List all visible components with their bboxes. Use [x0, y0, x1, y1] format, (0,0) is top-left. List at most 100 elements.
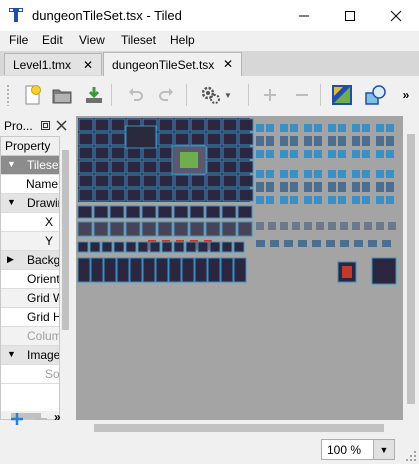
property-row-image[interactable]: ▼ Image — [1, 346, 60, 365]
remove-property-button[interactable] — [32, 410, 50, 428]
tile-pixel — [78, 146, 94, 160]
toolbar-separator — [186, 84, 187, 106]
property-row-y[interactable]: Y — [1, 232, 59, 251]
property-label: Image — [27, 348, 60, 362]
tile-pixel — [352, 150, 360, 158]
undo-icon — [129, 88, 143, 101]
property-row-columns[interactable]: Columns — [1, 327, 59, 346]
tile-pixel — [173, 205, 189, 219]
tile-pixel — [268, 222, 276, 230]
tileset-horizontal-scrollbar[interactable] — [76, 420, 403, 436]
property-label: X — [44, 215, 53, 229]
close-panel-icon[interactable] — [56, 120, 67, 131]
collapse-arrow-icon[interactable]: ▶ — [7, 254, 14, 265]
add-tiles-button[interactable] — [256, 81, 284, 109]
tab-dungeon-tileset[interactable]: dungeonTileSet.tsx ✕ — [103, 52, 242, 77]
tile-pixel — [362, 182, 370, 192]
tile-pixel — [376, 150, 384, 158]
property-row-orientation[interactable]: Orientation — [1, 270, 59, 289]
save-button[interactable] — [80, 81, 108, 109]
tile-pixel — [386, 124, 394, 132]
scrollbar-thumb[interactable] — [62, 150, 69, 330]
tileset-view[interactable] — [76, 116, 403, 420]
property-row-name[interactable]: Name — [1, 175, 59, 194]
property-row-grid-width[interactable]: Grid Width — [1, 289, 59, 308]
toolbar-grip[interactable] — [6, 84, 10, 106]
zoom-combobox[interactable]: 100 % ▼ — [321, 439, 395, 460]
property-row-background[interactable]: ▶ Background — [1, 251, 59, 270]
tile-pixel — [161, 241, 173, 253]
menu-help[interactable]: Help — [170, 33, 195, 47]
scrollbar-thumb[interactable] — [407, 134, 415, 404]
toolbar-separator — [111, 84, 112, 106]
redo-button[interactable] — [152, 81, 180, 109]
property-row-tileset[interactable]: ▼ Tileset — [1, 156, 59, 175]
properties-table[interactable]: Property ▼ Tileset Name ▼ Drawing X Y ▶ … — [0, 136, 60, 420]
properties-panel-header: Pro... — [0, 116, 72, 136]
tileset-vertical-scrollbar[interactable] — [403, 116, 419, 420]
zoom-dropdown-button[interactable]: ▼ — [373, 440, 394, 459]
property-row-source[interactable]: Source — [1, 365, 59, 384]
tab-level1[interactable]: Level1.tmx ✕ — [4, 53, 102, 75]
tile-pixel — [110, 188, 126, 202]
remove-tiles-button[interactable] — [288, 81, 316, 109]
tile-pixel — [352, 196, 360, 204]
tile-pixel — [233, 241, 245, 253]
minimize-button[interactable] — [281, 0, 327, 31]
scrollbar-thumb[interactable] — [94, 424, 384, 432]
new-button[interactable] — [18, 81, 46, 109]
tile-pixel — [181, 257, 195, 283]
property-row-grid-height[interactable]: Grid Height — [1, 308, 59, 327]
terrain-button[interactable] — [328, 81, 356, 109]
tile-pixel — [304, 182, 312, 192]
property-label: Drawing — [27, 196, 59, 210]
float-panel-icon[interactable] — [40, 120, 51, 131]
maximize-button[interactable] — [327, 0, 373, 31]
expand-arrow-icon[interactable]: ▼ — [7, 197, 16, 207]
tile-pixel — [237, 221, 253, 237]
tile-pixel — [194, 257, 208, 283]
tile-pixel — [141, 221, 157, 237]
collision-button[interactable] — [362, 81, 390, 109]
tile-pixel — [222, 132, 238, 146]
property-row-drawing[interactable]: ▼ Drawing — [1, 194, 59, 213]
tile-pixel — [109, 221, 125, 237]
menu-file[interactable]: File — [9, 33, 28, 47]
tile-pixel — [314, 136, 322, 146]
property-row-x[interactable]: X — [1, 213, 59, 232]
tile-pixel — [78, 132, 94, 146]
tile-pixel — [205, 205, 221, 219]
tile-pixel — [314, 196, 322, 204]
document-tabs: Level1.tmx ✕ dungeonTileSet.tsx ✕ — [0, 51, 419, 77]
menu-edit[interactable]: Edit — [42, 33, 63, 47]
tile-pixel — [338, 170, 346, 178]
open-button[interactable] — [48, 81, 76, 109]
properties-vertical-scrollbar[interactable] — [60, 136, 71, 408]
close-tab-icon[interactable]: ✕ — [223, 57, 233, 71]
expand-arrow-icon[interactable]: ▼ — [7, 349, 16, 359]
tile-pixel — [190, 118, 206, 132]
toolbar-overflow-button[interactable]: » — [396, 81, 416, 109]
expand-arrow-icon[interactable]: ▼ — [7, 159, 16, 169]
tile-pixel — [90, 257, 104, 283]
tile-pixel — [338, 124, 346, 132]
tile-pixel — [368, 240, 377, 247]
close-tab-icon[interactable]: ✕ — [83, 58, 93, 72]
minimize-icon — [299, 15, 309, 16]
tileset-properties-button[interactable]: ▼ — [196, 81, 236, 109]
resize-grip-icon[interactable] — [405, 450, 417, 462]
tileset-image[interactable] — [76, 116, 403, 288]
tile-pixel — [137, 241, 149, 253]
properties-overflow-button[interactable]: » — [54, 410, 70, 428]
close-button[interactable] — [373, 0, 419, 31]
undo-button[interactable] — [122, 81, 150, 109]
tile-pixel — [362, 196, 370, 204]
tile-pixel — [126, 188, 142, 202]
properties-column-header[interactable]: Property — [1, 137, 59, 156]
tile-pixel — [290, 170, 298, 178]
add-property-button[interactable] — [8, 410, 26, 428]
menu-view[interactable]: View — [79, 33, 105, 47]
tile-pixel — [280, 150, 288, 158]
menu-tileset[interactable]: Tileset — [121, 33, 156, 47]
tile-pixel — [157, 205, 173, 219]
